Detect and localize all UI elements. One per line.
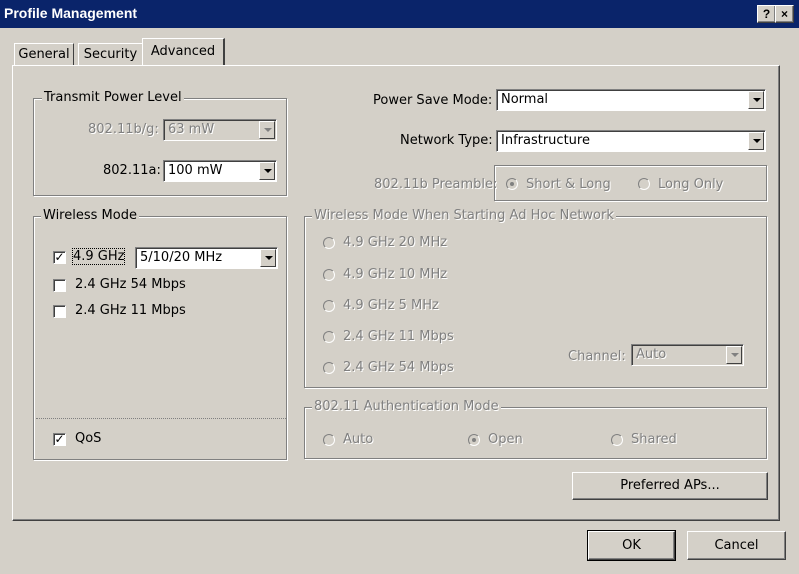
ghz49-label: 4.9 GHz [71,248,126,265]
tab-advanced[interactable]: Advanced [142,38,225,65]
ok-button[interactable]: OK [587,530,676,561]
auth-auto-label: Auto [343,432,374,447]
adhoc-49-10-radio [323,269,335,281]
qos-label: QoS [75,431,102,446]
cancel-button[interactable]: Cancel [687,531,786,560]
channel-value: Auto [636,347,667,362]
chevron-down-icon [753,98,761,102]
a-power-dropdown[interactable] [259,162,275,180]
a-power-label: 802.11a: [103,163,161,178]
help-button[interactable]: ? [757,5,776,23]
auth-auto-radio [323,434,335,446]
a-power-select[interactable]: 100 mW [163,160,277,182]
adhoc-legend: Wireless Mode When Starting Ad Hoc Netwo… [312,208,616,223]
divider [36,418,286,419]
preamble-short-long-radio [506,178,518,190]
chevron-down-icon [731,353,739,357]
ghz24-54-checkbox[interactable] [53,279,66,292]
close-button[interactable]: × [775,5,794,23]
a-power-value: 100 mW [168,163,223,178]
auth-shared-label: Shared [631,432,677,447]
adhoc-49-20-label: 4.9 GHz 20 MHz [343,235,448,250]
network-type-value: Infrastructure [501,133,590,148]
channel-select: Auto [631,344,744,366]
auth-open-radio [468,434,480,446]
adhoc-49-10-label: 4.9 GHz 10 MHz [343,267,448,282]
preamble-long-only-label: Long Only [658,177,724,192]
adhoc-49-20-radio [323,237,335,249]
preferred-aps-button[interactable]: Preferred APs... [572,472,768,500]
ghz49-channel-value: 5/10/20 MHz [140,250,223,265]
adhoc-24-54-radio [323,362,335,374]
adhoc-49-5-label: 4.9 GHz 5 MHz [343,298,439,313]
adhoc-24-54-label: 2.4 GHz 54 Mbps [343,360,454,375]
bg-power-value: 63 mW [168,122,215,137]
bg-power-dropdown [259,121,275,139]
tab-general[interactable]: General [14,43,74,66]
ghz24-11-checkbox[interactable] [53,305,66,318]
chevron-down-icon [264,128,272,132]
tab-security[interactable]: Security [78,43,143,66]
chevron-down-icon [265,256,273,260]
adhoc-24-11-label: 2.4 GHz 11 Mbps [343,329,454,344]
bg-power-label: 802.11b/g: [88,122,159,137]
wireless-mode-legend: Wireless Mode [41,208,139,223]
adhoc-49-5-radio [323,300,335,312]
adhoc-24-11-radio [323,331,335,343]
ghz49-channel-select[interactable]: 5/10/20 MHz [135,247,278,269]
qos-checkbox[interactable]: ✓ [53,433,66,446]
chevron-down-icon [264,169,272,173]
preamble-long-only-radio [638,178,650,190]
ghz49-checkbox[interactable]: ✓ [53,251,66,264]
auth-open-label: Open [488,432,523,447]
network-type-label: Network Type: [400,133,493,148]
preamble-short-long-label: Short & Long [526,177,611,192]
power-save-value: Normal [501,92,549,107]
network-type-select[interactable]: Infrastructure [496,130,766,152]
auth-group [304,407,767,459]
power-save-dropdown[interactable] [748,91,764,109]
bg-power-select: 63 mW [163,119,277,141]
ghz24-54-label: 2.4 GHz 54 Mbps [75,277,186,292]
chevron-down-icon [753,139,761,143]
channel-dropdown [726,346,742,364]
channel-label: Channel: [568,349,626,364]
power-save-select[interactable]: Normal [496,89,766,111]
power-save-label: Power Save Mode: [373,93,493,108]
transmit-power-legend: Transmit Power Level [42,90,184,105]
preamble-label: 802.11b Preamble: [374,177,498,192]
ghz24-11-label: 2.4 GHz 11 Mbps [75,303,186,318]
network-type-dropdown[interactable] [748,132,764,150]
ghz49-channel-dropdown[interactable] [260,249,276,267]
window-title: Profile Management [4,5,138,21]
auth-legend: 802.11 Authentication Mode [312,399,501,414]
auth-shared-radio [611,434,623,446]
